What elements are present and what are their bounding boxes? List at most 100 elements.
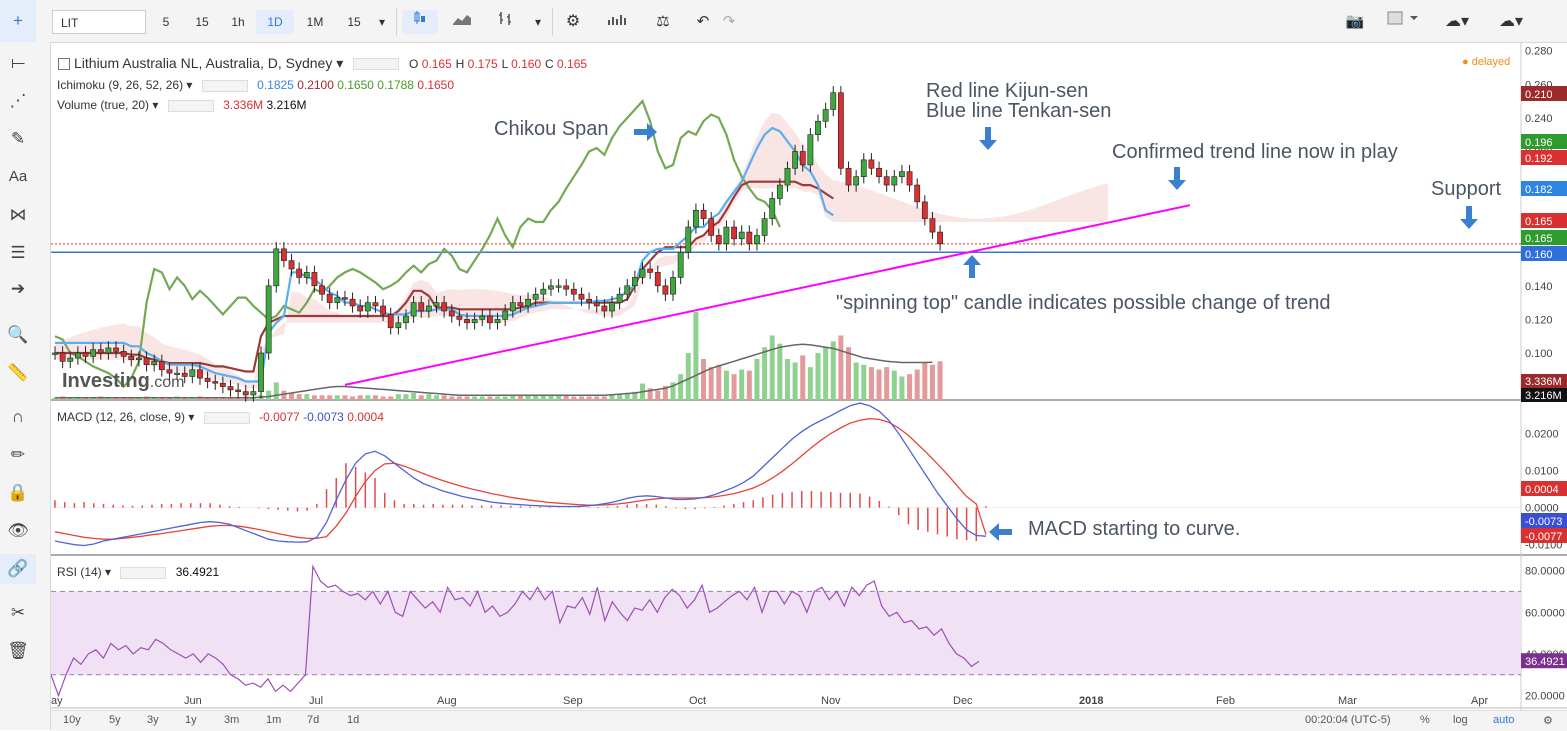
candle-body [189,369,196,377]
price-label-text: 0.165 [1525,216,1553,228]
interval-15m[interactable]: 15 [184,10,220,34]
legend-buttons[interactable] [353,58,400,71]
arrow-icon[interactable]: ➔ [0,274,36,304]
rsi-legend: RSI (14) ▾ 36.4921 [57,565,220,579]
range-3m[interactable]: 3m [224,714,239,726]
redo-icon[interactable]: ↷ [716,10,742,34]
hide-drawings-icon[interactable]: 👁 [0,516,36,546]
sync-link-icon[interactable]: 🔗 [0,554,36,584]
range-10y[interactable]: 10y [63,714,81,726]
volume-bar [571,396,577,400]
candle-body [578,293,585,300]
zoom-icon[interactable]: 🔍 [0,320,36,350]
candle-body [487,315,493,324]
collapse-icon[interactable] [58,58,70,71]
candle-body [403,315,409,324]
chevron-down-icon[interactable]: ▾ [528,10,548,34]
rsi-tick-label: 60.0000 [1525,607,1565,619]
range-1m[interactable]: 1m [266,714,281,726]
candle-body [891,176,898,186]
rsi-label[interactable]: RSI (14) [57,565,102,579]
range-1y[interactable]: 1y [185,714,197,726]
candle-body [921,201,928,219]
kijun-sen-line [55,180,834,373]
chevron-down-icon[interactable]: ▾ [336,55,343,71]
brush-icon[interactable]: ✎ [0,124,36,154]
cloud-download-icon[interactable]: ☁▾ [1432,10,1482,34]
area-chart-icon[interactable] [442,10,482,34]
range-7d[interactable]: 7d [307,714,319,726]
interval-1mo[interactable]: 1M [296,10,334,34]
symbol-input[interactable]: LIT [52,10,146,34]
percent-toggle[interactable]: % [1420,714,1430,726]
interval-1d[interactable]: 1D [256,10,294,34]
candle-body [113,347,119,352]
candle-body [311,272,318,287]
settings-icon[interactable]: ⚙ [1543,714,1553,727]
cloud-upload-icon[interactable]: ☁▾ [1486,10,1536,34]
camera-icon[interactable]: 📷 [1336,10,1374,34]
candlestick-icon[interactable] [402,10,438,34]
volume-bar [479,396,485,400]
interval-custom[interactable]: 15 [336,10,372,34]
magnet-icon[interactable]: ∩ [0,402,36,432]
range-3y[interactable]: 3y [147,714,159,726]
tools-icon[interactable]: ✂ [0,598,36,628]
arrow-left-icon-shape [989,523,1012,541]
candle-body [815,120,821,135]
range-1d[interactable]: 1d [347,714,359,726]
delayed-badge: ● delayed [1462,56,1511,68]
indicators-icon[interactable] [600,10,634,34]
bars-chart-icon[interactable] [486,10,526,34]
interval-1h[interactable]: 1h [220,10,256,34]
volume-label[interactable]: Volume (true, 20) [57,98,149,112]
candle-body [372,302,379,307]
volume-bar [746,370,752,400]
auto-toggle[interactable]: auto [1493,714,1514,726]
tenkan-value: 0.1825 [257,78,294,92]
volume-bar [487,396,493,400]
crosshair-icon[interactable]: + [0,0,36,42]
legend-buttons[interactable] [167,99,214,112]
macd-label[interactable]: MACD (12, 26, close, 9) [57,410,185,424]
candle-body [364,302,371,312]
ichimoku-label[interactable]: Ichimoku (9, 26, 52, 26) [57,78,183,92]
log-toggle[interactable]: log [1453,714,1468,726]
volume-bar [846,347,852,400]
trend-line-icon[interactable]: ⟝ [0,48,36,78]
chevron-down-icon[interactable]: ▾ [372,10,392,34]
spinning-top-annotation: "spinning top" candle indicates possible… [836,292,1331,314]
trash-icon[interactable]: 🗑 [0,636,36,666]
legend-buttons[interactable] [201,79,248,92]
gear-icon[interactable]: ⚙ [556,10,590,34]
volume-bar [617,394,623,400]
candle-body [654,272,661,287]
series-title[interactable]: Lithium Australia NL, Australia, D, Sydn… [74,55,332,71]
color-picker-icon[interactable] [1380,10,1426,34]
candle-body [265,285,272,354]
candle-body [548,285,554,290]
measure-icon[interactable]: 📏 [0,358,36,388]
compare-icon[interactable]: ⚖ [646,10,680,34]
candle-body [906,171,913,186]
pattern-icon[interactable]: ⋈ [0,200,36,230]
legend-buttons[interactable] [120,566,167,579]
interval-5m[interactable]: 5 [148,10,184,34]
candle-body [723,226,730,245]
text-tool-icon[interactable]: Aa [0,162,36,192]
volume-bar [395,394,401,400]
candle-body [570,288,577,295]
candle-body [677,251,684,278]
candle-body [807,134,814,166]
lock-icon[interactable]: 🔒 [0,478,36,508]
volume-bar [601,396,607,400]
fibonacci-icon[interactable]: ☰ [0,238,36,268]
volume-ma-value: 3.216M [266,98,307,112]
candle-body [746,231,753,245]
stay-drawing-icon[interactable]: ✏ [0,440,36,470]
pitchfork-icon[interactable]: ⋰ [0,86,36,116]
range-5y[interactable]: 5y [109,714,121,726]
legend-buttons[interactable] [203,411,250,424]
volume-bar [693,312,699,400]
undo-icon[interactable]: ↶ [690,10,716,34]
